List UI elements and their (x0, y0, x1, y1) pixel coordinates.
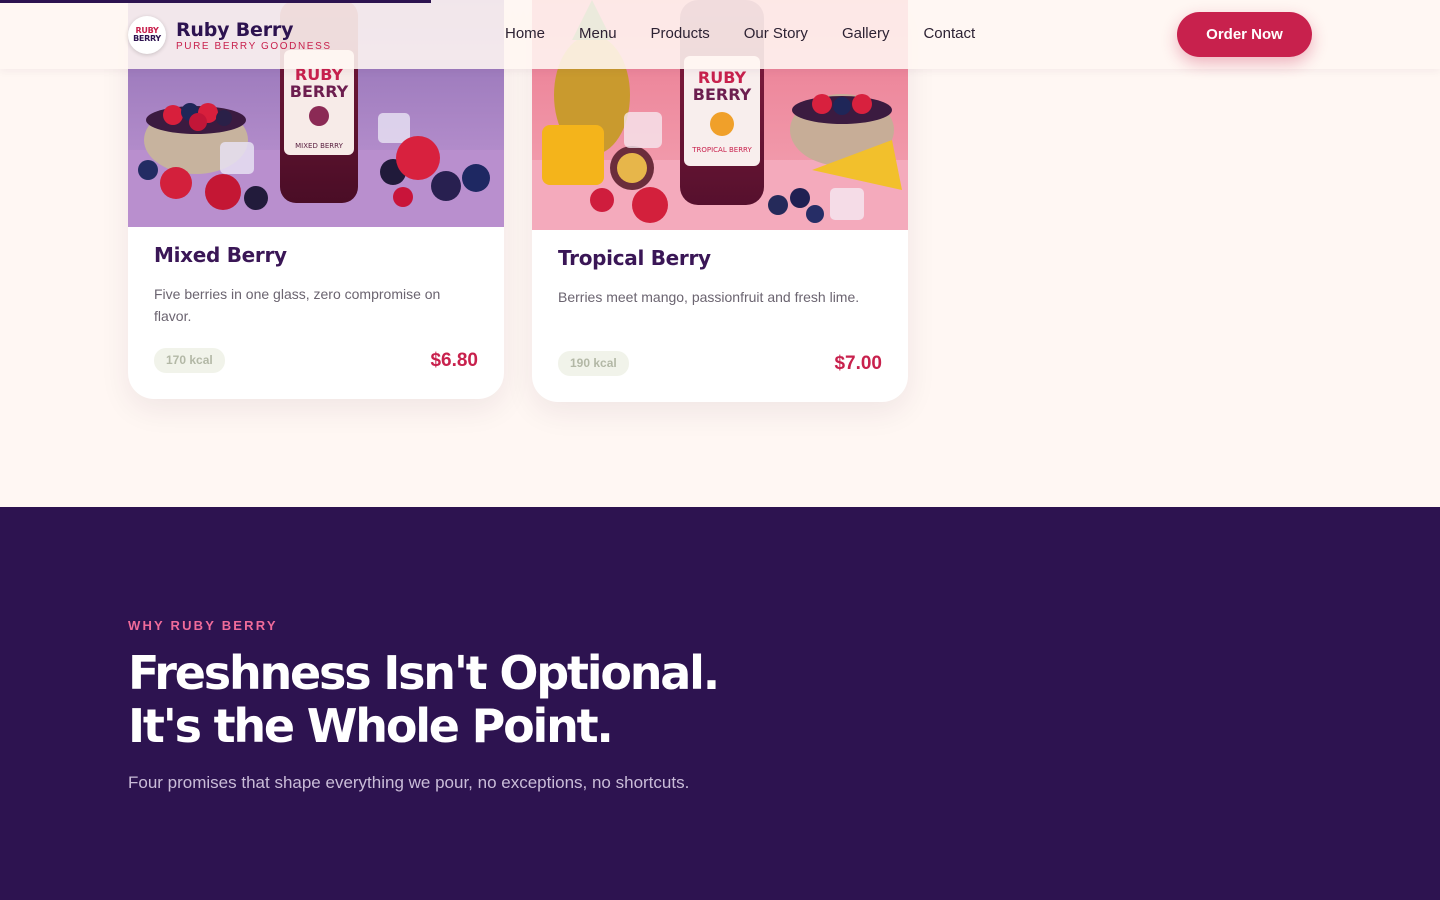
nav-our-story[interactable]: Our Story (744, 24, 808, 44)
heading-line-2: It's the Whole Point. (128, 699, 614, 753)
nav-gallery[interactable]: Gallery (842, 24, 890, 44)
section-eyebrow: WHY RUBY BERRY (128, 618, 278, 633)
product-price: $7.00 (834, 352, 882, 374)
main-nav: Home Menu Products Our Story Gallery Con… (505, 24, 975, 44)
brand-tagline: PURE BERRY GOODNESS (176, 40, 332, 52)
heading-line-1: Freshness Isn't Optional. (128, 646, 720, 700)
calorie-badge: 170 kcal (154, 348, 225, 373)
product-name: Mixed Berry (154, 243, 287, 267)
bottle-brand-bottom: BERRY (290, 82, 349, 101)
product-description: Five berries in one glass, zero compromi… (154, 286, 441, 324)
brand-name: Ruby Berry (176, 18, 294, 41)
product-name: Tropical Berry (558, 246, 711, 270)
product-description: Berries meet mango, passionfruit and fre… (558, 289, 860, 305)
site-header: RUBY BERRY Ruby Berry PURE BERRY GOODNES… (0, 0, 1440, 69)
section-subtitle: Four promises that shape everything we p… (128, 773, 690, 792)
calorie-badge: 190 kcal (558, 351, 629, 376)
nav-home[interactable]: Home (505, 24, 545, 44)
brand-logo-icon: RUBY BERRY (128, 16, 166, 54)
scroll-progress-bar (0, 0, 431, 3)
bottle-brand-bottom: BERRY (693, 85, 752, 104)
nav-contact[interactable]: Contact (923, 24, 975, 44)
brand-home-link[interactable]: RUBY BERRY Ruby Berry PURE BERRY GOODNES… (128, 16, 332, 54)
why-section: WHY RUBY BERRY Freshness Isn't Optional.… (0, 507, 1440, 900)
bottle-flavor-label: MIXED BERRY (295, 142, 343, 150)
nav-products[interactable]: Products (651, 24, 710, 44)
product-price: $6.80 (430, 349, 478, 371)
section-heading: Freshness Isn't Optional. It's the Whole… (128, 647, 828, 753)
nav-menu[interactable]: Menu (579, 24, 617, 44)
bottle-flavor-label: TROPICAL BERRY (691, 146, 752, 154)
order-now-button[interactable]: Order Now (1177, 12, 1312, 57)
